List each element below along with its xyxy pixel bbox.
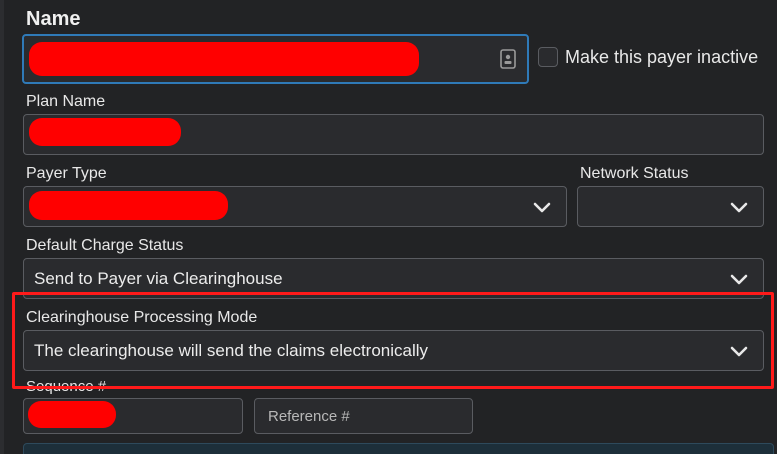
contact-card-icon[interactable] <box>500 49 516 69</box>
annotation-highlight-box <box>12 292 774 389</box>
plan-name-label: Plan Name <box>26 93 106 110</box>
default-charge-status-value: Send to Payer via Clearinghouse <box>34 269 283 288</box>
network-status-select[interactable] <box>577 186 764 227</box>
reference-input[interactable]: Reference # <box>254 398 473 434</box>
name-label: Name <box>26 8 81 30</box>
network-status-label: Network Status <box>580 165 689 182</box>
payer-type-label: Payer Type <box>26 165 107 182</box>
next-field-partial[interactable] <box>23 443 774 454</box>
redacted-name-value <box>29 42 419 76</box>
chevron-down-icon <box>730 274 748 285</box>
left-edge-panel <box>0 0 4 454</box>
reference-placeholder: Reference # <box>268 408 350 425</box>
payer-type-select[interactable] <box>23 186 567 227</box>
redacted-payer-type <box>29 191 228 220</box>
default-charge-status-label: Default Charge Status <box>26 237 184 254</box>
redacted-plan-name <box>29 118 181 146</box>
chevron-down-icon <box>730 202 748 213</box>
chevron-down-icon <box>533 202 551 213</box>
redacted-sequence <box>28 401 116 428</box>
name-input[interactable] <box>22 34 529 84</box>
inactive-label: Make this payer inactive <box>565 47 759 67</box>
plan-name-input[interactable] <box>23 114 764 155</box>
sequence-input[interactable] <box>23 398 243 434</box>
inactive-checkbox[interactable] <box>538 47 558 67</box>
